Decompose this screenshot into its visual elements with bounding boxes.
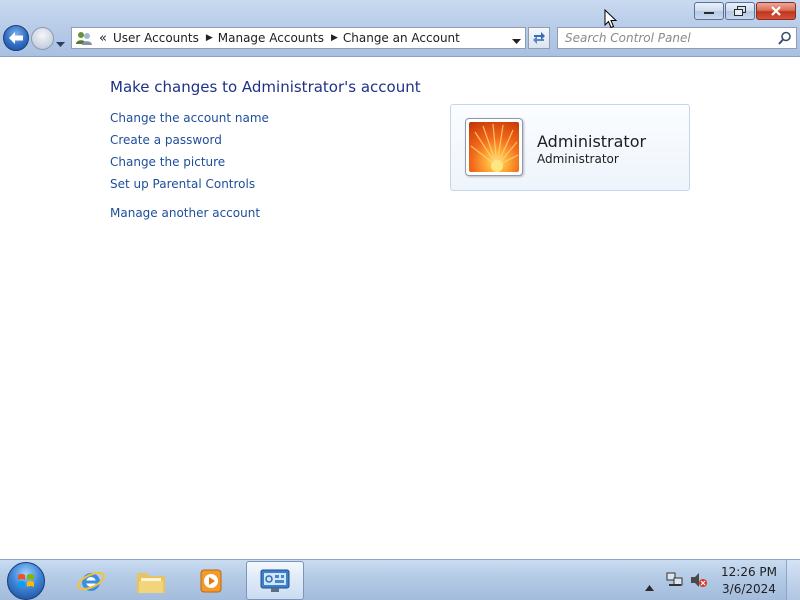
breadcrumb-manage-accounts[interactable]: Manage Accounts [218, 31, 324, 45]
media-player-icon [200, 569, 222, 592]
taskbar-control-panel[interactable] [246, 561, 304, 600]
mouse-pointer-icon [604, 9, 618, 29]
breadcrumb-change-an-account[interactable]: Change an Account [343, 31, 460, 45]
minimize-button[interactable] [694, 2, 724, 20]
restore-button[interactable] [725, 2, 755, 20]
forward-button[interactable] [31, 27, 54, 50]
close-button[interactable] [756, 2, 796, 20]
recent-pages-button[interactable] [56, 33, 65, 52]
triangle-right-icon[interactable]: ▶ [206, 33, 213, 43]
account-card: Administrator Administrator [450, 104, 690, 191]
user-accounts-icon [76, 32, 92, 45]
taskbar-internet-explorer[interactable] [62, 561, 120, 600]
breadcrumb-user-accounts[interactable]: User Accounts [113, 31, 199, 45]
avatar [465, 118, 523, 176]
orange-flower-picture [469, 122, 519, 172]
refresh-button[interactable] [528, 27, 550, 49]
change-picture-link[interactable]: Change the picture [110, 155, 225, 169]
show-desktop-button[interactable] [786, 560, 800, 600]
minimize-icon [704, 12, 714, 14]
breadcrumb-overflow[interactable]: « [99, 31, 107, 46]
address-bar[interactable]: « User Accounts ▶ Manage Accounts ▶ Chan… [71, 27, 526, 49]
create-password-link[interactable]: Create a password [110, 133, 222, 147]
back-arrow-icon [9, 32, 23, 44]
folder-icon [137, 572, 165, 593]
show-hidden-icons-button[interactable] [645, 576, 654, 595]
start-button[interactable] [7, 562, 45, 600]
network-tray-button[interactable] [666, 572, 684, 592]
refresh-icon [533, 32, 545, 44]
taskbar-windows-explorer[interactable] [122, 561, 180, 600]
close-icon [771, 6, 781, 16]
clock-date[interactable]: 3/6/2024 [718, 582, 780, 596]
address-history-button[interactable] [512, 34, 521, 48]
internet-explorer-icon [77, 571, 105, 591]
search-input[interactable]: Search Control Panel [557, 27, 797, 49]
search-placeholder: Search Control Panel [565, 31, 691, 45]
chevron-down-icon [56, 42, 65, 47]
volume-tray-button[interactable] [690, 572, 708, 592]
network-icon [666, 572, 683, 586]
windows-logo-icon [18, 574, 34, 587]
window-controls [693, 2, 796, 20]
window-chrome: « User Accounts ▶ Manage Accounts ▶ Chan… [0, 0, 800, 57]
flower-petals-icon [470, 123, 519, 172]
control-panel-icon [260, 569, 290, 592]
taskbar: 12:26 PM 3/6/2024 [0, 559, 800, 600]
account-name: Administrator [537, 132, 647, 151]
search-icon[interactable] [778, 31, 792, 45]
change-account-name-link[interactable]: Change the account name [110, 111, 269, 125]
chevron-up-icon [645, 585, 654, 591]
parental-controls-link[interactable]: Set up Parental Controls [110, 177, 255, 191]
manage-another-account-link[interactable]: Manage another account [110, 206, 260, 220]
chevron-down-icon [512, 39, 521, 44]
triangle-right-icon[interactable]: ▶ [331, 33, 338, 43]
taskbar-media-player[interactable] [182, 561, 240, 600]
volume-muted-icon [691, 573, 707, 587]
back-button[interactable] [3, 25, 29, 51]
account-type: Administrator [537, 152, 619, 166]
clock-time[interactable]: 12:26 PM [718, 565, 780, 579]
restore-icon [734, 6, 746, 16]
page-title: Make changes to Administrator's account [110, 78, 421, 96]
